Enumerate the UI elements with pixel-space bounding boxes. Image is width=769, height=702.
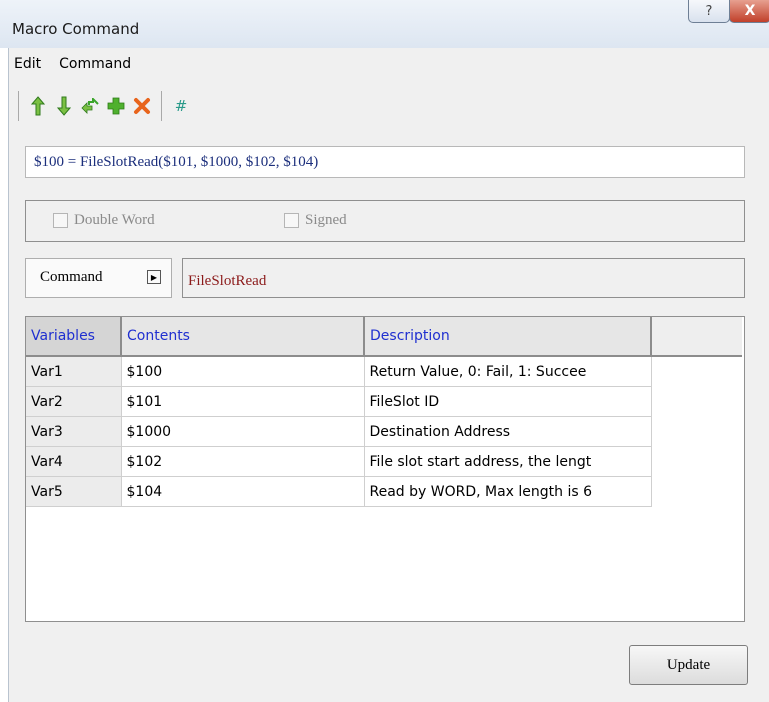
hash-icon: # [174, 97, 188, 115]
row-variable: Var2 [26, 386, 122, 417]
row-contents[interactable]: $1000 [121, 416, 365, 447]
command-value: FileSlotRead [182, 258, 745, 298]
menu-edit[interactable]: Edit [12, 56, 43, 78]
add-button[interactable] [105, 94, 127, 118]
arrow-down-icon [57, 96, 71, 116]
column-header-filler [651, 317, 742, 357]
menu-command[interactable]: Command [57, 56, 133, 78]
add-icon [107, 97, 125, 115]
double-word-checkbox[interactable]: Double Word [53, 212, 155, 229]
row-variable: Var3 [26, 416, 122, 447]
hash-button[interactable]: # [170, 94, 192, 118]
command-button-label: Command [40, 269, 103, 285]
toolbar-separator [161, 91, 162, 121]
toolbar-separator [18, 91, 19, 121]
checkbox-box [53, 213, 68, 228]
table-row[interactable]: Var4 $102 File slot start address, the l… [26, 446, 742, 477]
help-icon: ? [705, 3, 713, 19]
close-icon: X [744, 3, 756, 19]
title-bar: Macro Command ? X [0, 0, 769, 48]
row-description: File slot start address, the lengt [364, 446, 652, 477]
row-description: Return Value, 0: Fail, 1: Succee [364, 356, 652, 387]
help-button[interactable]: ? [688, 0, 730, 23]
row-contents[interactable]: $101 [121, 386, 365, 417]
command-button[interactable]: Command ▶ [25, 258, 172, 298]
delete-button[interactable] [131, 94, 153, 118]
row-contents[interactable]: $102 [121, 446, 365, 477]
window-title: Macro Command [12, 20, 140, 38]
close-button[interactable]: X [729, 0, 769, 23]
formula-field[interactable]: $100 = FileSlotRead($101, $1000, $102, $… [25, 146, 745, 178]
row-description: FileSlot ID [364, 386, 652, 417]
row-variable: Var5 [26, 476, 122, 507]
replace-button[interactable] [79, 94, 101, 118]
table-row[interactable]: Var3 $1000 Destination Address [26, 416, 742, 447]
column-header-variables[interactable]: Variables [26, 317, 122, 357]
column-header-contents[interactable]: Contents [121, 317, 365, 357]
table-row[interactable]: Var1 $100 Return Value, 0: Fail, 1: Succ… [26, 356, 742, 387]
move-up-button[interactable] [27, 94, 49, 118]
table-row[interactable]: Var5 $104 Read by WORD, Max length is 6 [26, 476, 742, 507]
options-group: Double Word Signed [25, 200, 745, 242]
column-header-description[interactable]: Description [364, 317, 652, 357]
update-button[interactable]: Update [629, 645, 748, 685]
checkbox-box [284, 213, 299, 228]
row-description: Destination Address [364, 416, 652, 447]
signed-checkbox[interactable]: Signed [284, 212, 347, 229]
table-header-row: Variables Contents Description [26, 317, 742, 357]
row-contents[interactable]: $100 [121, 356, 365, 387]
row-variable: Var1 [26, 356, 122, 387]
toolbar: # [12, 90, 194, 122]
row-contents[interactable]: $104 [121, 476, 365, 507]
chevron-right-icon: ▶ [147, 270, 161, 284]
menu-bar: Edit Command [12, 56, 133, 78]
swap-icon [81, 98, 99, 114]
move-down-button[interactable] [53, 94, 75, 118]
signed-label: Signed [305, 212, 347, 228]
table-row[interactable]: Var2 $101 FileSlot ID [26, 386, 742, 417]
double-word-label: Double Word [74, 212, 155, 228]
row-variable: Var4 [26, 446, 122, 477]
delete-icon [134, 98, 150, 114]
arrow-up-icon [31, 96, 45, 116]
variables-table: Variables Contents Description Var1 $100… [25, 316, 745, 622]
row-description: Read by WORD, Max length is 6 [364, 476, 652, 507]
